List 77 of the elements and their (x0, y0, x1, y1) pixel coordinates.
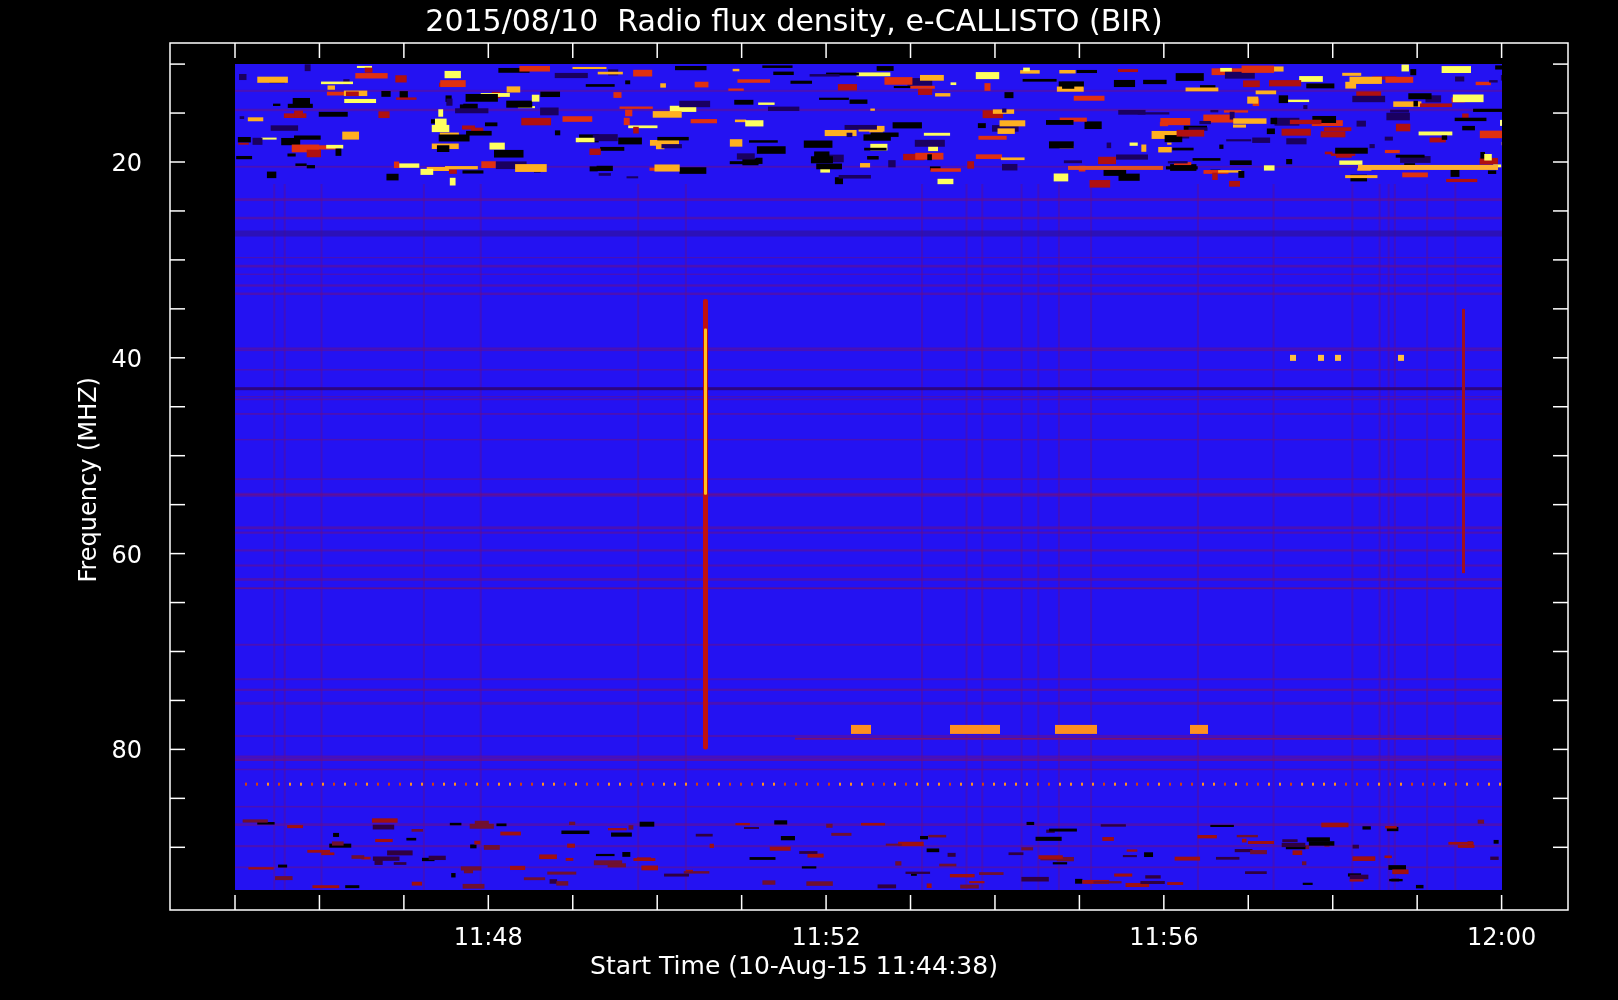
tick-mark (909, 42, 912, 59)
tick-mark (1552, 210, 1569, 212)
tick-mark (1500, 894, 1503, 911)
tick-mark (1552, 552, 1569, 555)
tick-label: 11:52 (791, 923, 861, 951)
tick-mark (318, 42, 321, 59)
tick-mark (740, 894, 743, 911)
tick-mark (1331, 42, 1334, 59)
tick-mark (169, 63, 186, 65)
tick-mark (1078, 42, 1081, 59)
tick-mark (487, 42, 490, 59)
tick-label: 12:00 (1467, 923, 1537, 951)
tick-mark (169, 259, 186, 261)
tick-mark (169, 552, 186, 555)
tick-mark (1552, 699, 1569, 702)
tick-label: 11:56 (1129, 923, 1199, 951)
tick-label: 80 (111, 736, 142, 765)
tick-mark (1078, 894, 1081, 911)
tick-mark (169, 797, 186, 800)
tick-mark (825, 894, 827, 911)
tick-mark (656, 894, 658, 911)
tick-mark (234, 42, 236, 59)
tick-label: 40 (111, 344, 142, 373)
tick-mark (909, 894, 912, 911)
axis-label: Frequency (MHZ) (76, 376, 100, 583)
tick-mark (1552, 357, 1569, 359)
tick-mark (169, 503, 186, 506)
tick-mark (825, 42, 827, 59)
tick-mark (656, 42, 658, 59)
tick-mark (1552, 748, 1569, 751)
tick-mark (1552, 112, 1569, 114)
tick-mark (169, 112, 186, 114)
tick-label: 60 (111, 540, 142, 569)
tick-mark (1247, 42, 1250, 59)
tick-mark (1416, 894, 1418, 911)
tick-mark (994, 42, 996, 59)
tick-mark (994, 894, 996, 911)
tick-mark (169, 650, 186, 653)
tick-mark (1552, 797, 1569, 800)
tick-mark (1552, 846, 1569, 849)
tick-mark (318, 894, 321, 911)
tick-mark (1552, 308, 1569, 310)
tick-mark (169, 748, 186, 751)
tick-mark (1552, 503, 1569, 506)
tick-mark (169, 357, 186, 359)
tick-mark (1552, 454, 1569, 457)
tick-mark (1552, 259, 1569, 261)
tick-mark (403, 42, 405, 59)
tick-mark (740, 42, 743, 59)
tick-mark (169, 406, 186, 408)
axis-label: Start Time (10-Aug-15 11:44:38) (590, 953, 998, 978)
tick-mark (572, 42, 574, 59)
tick-mark (169, 699, 186, 702)
chart-title: 2015/08/10 Radio flux density, e-CALLISTO (BIR) (425, 6, 1163, 36)
tick-mark (1552, 161, 1569, 163)
tick-mark (1163, 894, 1165, 911)
tick-mark (169, 161, 186, 163)
tick-mark (169, 454, 186, 457)
tick-mark (169, 210, 186, 212)
tick-mark (487, 894, 490, 911)
tick-mark (1331, 894, 1334, 911)
tick-mark (1163, 42, 1165, 59)
tick-mark (169, 308, 186, 310)
tick-mark (1552, 650, 1569, 653)
tick-mark (169, 601, 186, 604)
tick-mark (1552, 63, 1569, 65)
tick-mark (1552, 406, 1569, 408)
tick-mark (1416, 42, 1418, 59)
tick-mark (169, 846, 186, 849)
tick-label: 11:48 (453, 923, 523, 951)
tick-mark (234, 894, 236, 911)
tick-label: 20 (111, 149, 142, 177)
tick-mark (1247, 894, 1250, 911)
tick-mark (1552, 601, 1569, 604)
tick-mark (403, 894, 405, 911)
tick-mark (1500, 42, 1503, 59)
tick-mark (572, 894, 574, 911)
